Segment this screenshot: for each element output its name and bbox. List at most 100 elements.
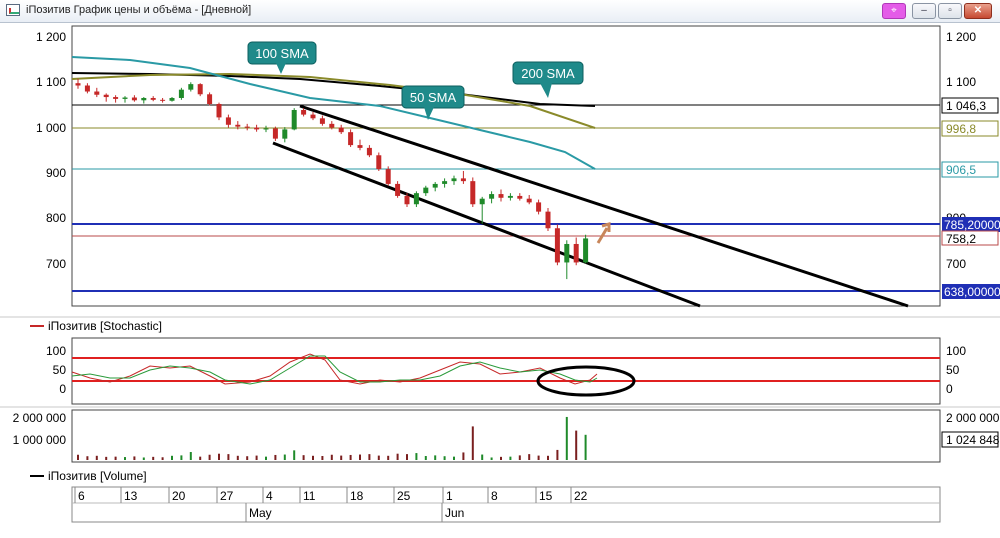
candle-body: [188, 84, 194, 90]
candle-body: [319, 118, 325, 124]
volume-bar: [396, 453, 399, 460]
candle-body: [235, 124, 241, 127]
candle-body: [244, 126, 250, 128]
candle-body: [103, 94, 109, 98]
stoch-y-tick: 100: [946, 344, 966, 358]
y-tick: 900: [46, 166, 66, 180]
price-panel[interactable]: [71, 25, 941, 307]
volume-bar: [387, 455, 390, 460]
y-tick: 1 100: [946, 75, 976, 89]
volume-bar: [406, 454, 408, 460]
volume-y-tick: 2 000 000: [946, 411, 1000, 425]
y-tick: 1 200: [946, 30, 976, 44]
candle-body: [122, 97, 128, 99]
volume-bar: [330, 454, 333, 460]
volume-bar: [86, 456, 89, 460]
volume-bar: [199, 456, 202, 460]
sma100-label: 100 SMA: [255, 46, 309, 61]
candle-body: [460, 178, 466, 182]
candle-body: [207, 94, 213, 104]
volume-bar: [575, 430, 578, 460]
time-axis[interactable]: [71, 486, 941, 523]
volume-bar: [471, 426, 474, 460]
volume-bar: [443, 456, 446, 460]
stochastic-panel[interactable]: [71, 337, 941, 405]
candle-body: [84, 85, 90, 92]
month-label-jun: Jun: [445, 506, 464, 520]
candle-body: [442, 181, 448, 184]
candle-body: [554, 228, 560, 263]
volume-panel[interactable]: [71, 409, 941, 463]
volume-bar: [547, 455, 549, 460]
day-tick-label: 11: [303, 489, 316, 503]
volume-bar: [255, 455, 258, 460]
candle-body: [385, 169, 391, 184]
candle-body: [451, 178, 457, 182]
candle-body: [216, 103, 222, 118]
volume-bar: [133, 456, 136, 460]
candle-body: [366, 147, 372, 156]
candle-body: [507, 195, 513, 198]
volume-bar: [152, 456, 155, 460]
day-tick-label: 25: [397, 489, 411, 503]
day-tick-label: 27: [220, 489, 234, 503]
volume-last-value: 1 024 848: [946, 433, 1000, 447]
candle-body: [75, 83, 81, 86]
candle-body: [141, 97, 147, 101]
candle-body: [432, 183, 438, 188]
volume-bar: [302, 455, 305, 460]
volume-bar: [490, 457, 493, 460]
chart-area[interactable]: 1 200 1 100 1 000 900 800 700 1 200 1 10…: [0, 0, 1000, 538]
volume-bar: [218, 453, 220, 460]
day-tick-label: 22: [574, 489, 588, 503]
candle-body: [413, 193, 419, 205]
candle-body: [291, 109, 297, 130]
last-price-value: 758,2: [946, 232, 976, 246]
volume-bar: [434, 455, 437, 460]
candle-body: [470, 181, 476, 205]
volume-bar: [105, 456, 108, 460]
volume-bar: [95, 455, 98, 460]
candle-body: [348, 132, 354, 146]
candle-body: [423, 187, 429, 194]
day-tick-label: 6: [78, 489, 85, 503]
y-tick: 1 100: [36, 75, 66, 89]
sma50-value: 906,5: [946, 163, 976, 177]
volume-bar: [161, 457, 164, 460]
volume-bar: [293, 450, 296, 460]
candle-body: [197, 84, 203, 95]
candle-body: [329, 123, 335, 128]
stoch-y-tick: 0: [59, 382, 66, 396]
volume-bar: [368, 454, 371, 460]
volume-bar: [171, 455, 173, 460]
candle-body: [536, 202, 542, 212]
volume-bar: [321, 456, 324, 460]
candle-body: [113, 97, 119, 99]
stoch-y-tick: 0: [946, 382, 953, 396]
candle-body: [357, 145, 363, 148]
candle-body: [160, 99, 166, 101]
candle-body: [169, 97, 175, 101]
sma200-value: 1 046,3: [946, 99, 986, 113]
candle-body: [573, 243, 579, 263]
volume-bar: [114, 456, 117, 460]
volume-bar: [77, 454, 79, 460]
volume-bar: [424, 456, 427, 460]
candle-body: [150, 97, 156, 100]
volume-y-tick: 1 000 000: [13, 433, 67, 447]
volume-bar: [453, 456, 455, 460]
volume-bar: [142, 457, 145, 460]
volume-bar: [528, 454, 531, 460]
candle-body: [583, 238, 589, 263]
sma50-label: 50 SMA: [410, 90, 457, 105]
volume-bar: [377, 455, 380, 460]
day-tick-label: 8: [491, 489, 498, 503]
stoch-y-tick: 50: [53, 363, 67, 377]
day-tick-label: 4: [266, 489, 273, 503]
candle-body: [178, 89, 184, 98]
volume-bar: [189, 452, 192, 460]
candle-body: [489, 194, 495, 199]
month-label-may: May: [249, 506, 272, 520]
candle-body: [282, 129, 288, 139]
candle-body: [395, 183, 401, 196]
